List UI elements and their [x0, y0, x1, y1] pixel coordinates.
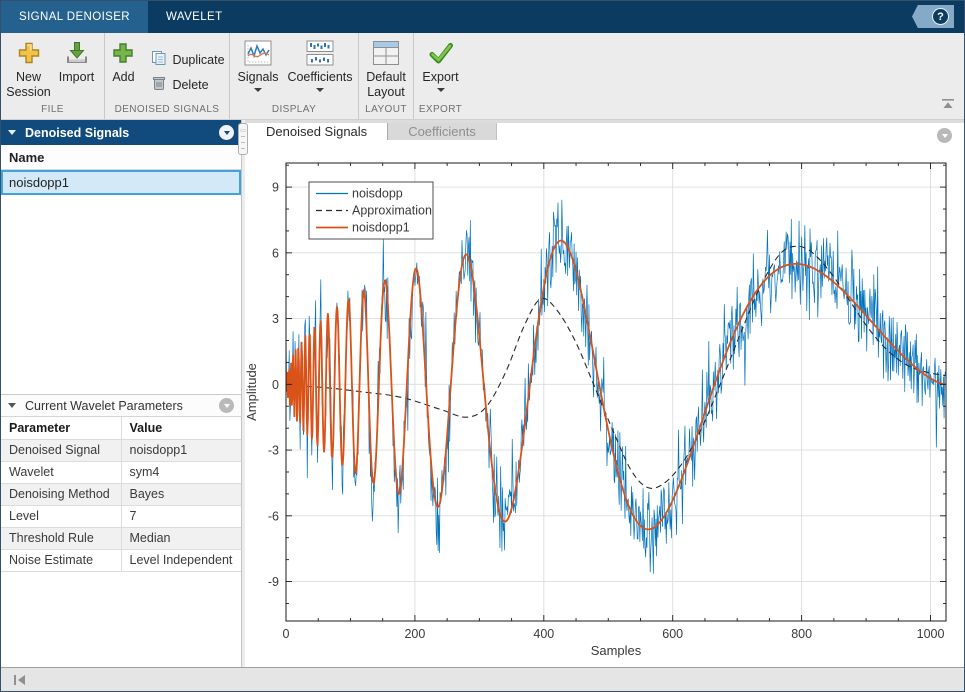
- wavelet-params-panel-title: Current Wavelet Parameters: [25, 399, 183, 413]
- add-icon: [111, 38, 135, 68]
- section-label-file: FILE: [1, 104, 104, 119]
- splitter-grip[interactable]: [238, 123, 248, 155]
- section-label-denoised-signals: DENOISED SIGNALS: [105, 104, 229, 119]
- denoised-signals-panel-title: Denoised Signals: [25, 126, 129, 140]
- ribbon-section-denoised-signals: Add Duplicate Delete: [105, 33, 230, 119]
- help-icon: ?: [932, 8, 949, 25]
- default-layout-label: Default Layout: [361, 70, 411, 100]
- param-row: Level7: [1, 505, 241, 527]
- wavelet-signal-denoiser-window: SIGNAL DENOISER WAVELET ? New Session Im: [0, 0, 965, 692]
- plot-area: -9 -6 -3 0 3 6 9 0 200 400 600 800 1000 Samples Amplit…: [245, 140, 964, 667]
- section-label-display: DISPLAY: [230, 104, 358, 119]
- tab-denoised-signals-view[interactable]: Denoised Signals: [245, 123, 388, 140]
- collapse-sidebar-icon[interactable]: [13, 674, 27, 686]
- signal-list-empty-area: [1, 195, 241, 394]
- tab-signal-denoiser[interactable]: SIGNAL DENOISER: [1, 1, 148, 33]
- signal-row-selected[interactable]: noisdopp1: [1, 170, 241, 195]
- add-button[interactable]: Add: [105, 36, 141, 85]
- new-session-label: New Session: [5, 70, 53, 100]
- params-header-row: ParameterValue: [1, 417, 241, 439]
- param-row: Waveletsym4: [1, 461, 241, 483]
- main-panel: Denoised Signals Coefficients -9 -6 -3 0 3 6 9…: [245, 120, 964, 667]
- x-tick-label: 200: [404, 627, 425, 641]
- ribbon-tab-bar: SIGNAL DENOISER WAVELET ?: [1, 1, 964, 33]
- ribbon-section-file: New Session Import FILE: [1, 33, 105, 119]
- x-tick-label: 0: [283, 627, 290, 641]
- coefficients-icon: [306, 38, 334, 68]
- signals-button[interactable]: Signals: [232, 36, 284, 92]
- legend-entry-label: noisdopp: [352, 187, 403, 201]
- x-tick-label: 800: [791, 627, 812, 641]
- x-tick-label: 400: [533, 627, 554, 641]
- param-row: Denoising MethodBayes: [1, 483, 241, 505]
- y-tick-label: -9: [268, 575, 279, 589]
- wavelet-params-panel-header[interactable]: Current Wavelet Parameters: [1, 394, 241, 417]
- import-label: Import: [59, 70, 94, 85]
- denoised-signals-panel-header[interactable]: Denoised Signals: [1, 120, 241, 145]
- delete-button[interactable]: Delete: [147, 73, 228, 98]
- duplicate-label: Duplicate: [172, 53, 224, 68]
- wavelet-params-table: ParameterValueDenoised Signalnoisdopp1Wa…: [1, 417, 241, 572]
- tab-coefficients-view[interactable]: Coefficients: [388, 123, 497, 140]
- coefficients-dropdown-icon: [316, 88, 324, 92]
- signals-label: Signals: [238, 70, 279, 85]
- duplicate-button[interactable]: Duplicate: [147, 48, 228, 73]
- delete-icon: [151, 75, 167, 96]
- app-body: Denoised Signals Name noisdopp1 Current …: [1, 120, 964, 667]
- export-label: Export: [422, 70, 458, 85]
- export-icon: [428, 38, 454, 68]
- sidebar-empty-area: [1, 572, 241, 668]
- signal-list: noisdopp1: [1, 170, 241, 195]
- y-tick-label: 3: [272, 312, 279, 326]
- coefficients-button[interactable]: Coefficients: [284, 36, 356, 92]
- signals-dropdown-icon: [254, 88, 262, 92]
- document-tab-strip: Denoised Signals Coefficients: [245, 120, 964, 140]
- export-dropdown-icon: [437, 88, 445, 92]
- series-noisdopp: [286, 200, 945, 574]
- y-axis-label: Amplitude: [245, 363, 259, 421]
- default-layout-button[interactable]: Default Layout: [361, 36, 411, 100]
- new-session-icon: [16, 38, 42, 68]
- tab-wavelet[interactable]: WAVELET: [148, 1, 240, 33]
- collapse-triangle-icon[interactable]: [8, 403, 16, 408]
- ribbon-section-display: Signals Coefficients DISPLAY: [230, 33, 359, 119]
- status-bar: [1, 667, 964, 691]
- legend-entry-label: noisdopp1: [352, 221, 410, 235]
- param-row: Denoised Signalnoisdopp1: [1, 439, 241, 461]
- collapse-ribbon-button[interactable]: [942, 96, 954, 114]
- import-icon: [64, 38, 90, 68]
- param-row: Threshold RuleMedian: [1, 527, 241, 549]
- y-tick-label: 6: [272, 246, 279, 260]
- param-row: Noise EstimateLevel Independent: [1, 549, 241, 571]
- new-session-button[interactable]: New Session: [5, 36, 53, 100]
- y-tick-label: 9: [272, 181, 279, 195]
- name-column-header: Name: [1, 145, 241, 170]
- panel-menu-icon[interactable]: [219, 125, 234, 140]
- x-axis-label: Samples: [591, 643, 642, 658]
- y-tick-label: -3: [268, 444, 279, 458]
- import-button[interactable]: Import: [53, 36, 101, 85]
- sidebar: Denoised Signals Name noisdopp1 Current …: [1, 120, 242, 667]
- help-button[interactable]: ?: [912, 5, 954, 28]
- denoised-signal-chart: -9 -6 -3 0 3 6 9 0 200 400 600 800 1000 Samples Amplit…: [245, 140, 964, 662]
- collapse-triangle-icon[interactable]: [8, 130, 16, 135]
- coefficients-label: Coefficients: [287, 70, 352, 85]
- ribbon: New Session Import FILE Add: [1, 33, 964, 120]
- ribbon-section-layout: Default Layout LAYOUT: [359, 33, 414, 119]
- export-button[interactable]: Export: [418, 36, 464, 92]
- x-tick-label: 1000: [917, 627, 945, 641]
- add-label: Add: [112, 70, 134, 85]
- delete-label: Delete: [172, 78, 208, 93]
- legend-entry-label: Approximation: [352, 204, 432, 218]
- panel-menu-icon[interactable]: [219, 398, 234, 413]
- signals-icon: [244, 38, 272, 68]
- x-tick-label: 600: [662, 627, 683, 641]
- section-label-layout: LAYOUT: [359, 104, 413, 119]
- duplicate-icon: [151, 50, 167, 71]
- y-tick-label: 0: [272, 378, 279, 392]
- y-tick-label: -6: [268, 509, 279, 523]
- ribbon-section-export: Export EXPORT: [414, 33, 467, 119]
- section-label-export: EXPORT: [414, 104, 467, 119]
- default-layout-icon: [372, 38, 400, 68]
